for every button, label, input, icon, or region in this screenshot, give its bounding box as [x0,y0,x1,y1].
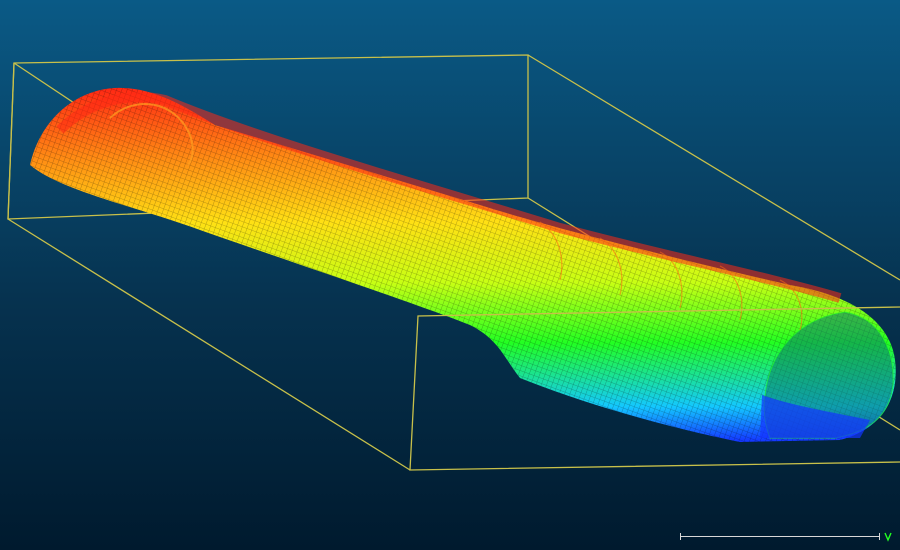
point-cloud-viewport[interactable] [0,0,900,550]
scale-bar [680,532,892,542]
scale-bar-tick [879,533,880,540]
point-cloud-scene[interactable] [0,0,900,550]
scale-bar-line [680,536,880,537]
axis-marker-icon [884,532,892,542]
scale-bar-tick [680,533,681,540]
